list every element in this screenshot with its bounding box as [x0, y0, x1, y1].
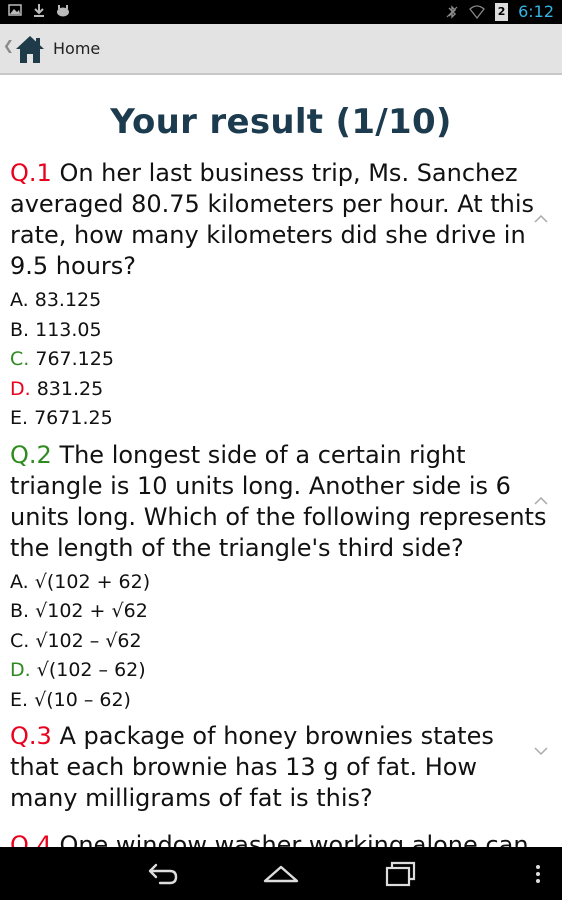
answer-option: B. √102 + √62	[10, 600, 148, 622]
answer-option: E. 7671.25	[10, 407, 113, 429]
menu-overflow-icon[interactable]	[518, 859, 558, 889]
page-title: Your result (1/10)	[110, 102, 452, 142]
action-bar: ❮ Home	[0, 24, 562, 75]
result-content[interactable]: Your result (1/10) Q.1 On her last busin…	[0, 77, 562, 847]
question-number: Q.3	[10, 722, 52, 750]
action-bar-title[interactable]: Home	[53, 39, 100, 58]
answer-option: A. 83.125	[10, 289, 102, 311]
system-icons: 2 6:12	[445, 2, 554, 21]
questions-list: Q.1 On her last business trip, Ms. Sanch…	[0, 158, 562, 847]
notification-icons	[8, 3, 70, 17]
status-bar: 2 6:12	[0, 0, 562, 24]
question-text: Q.1 On her last business trip, Ms. Sanch…	[10, 159, 535, 280]
question-item: Q.3 A package of honey brownies states t…	[0, 721, 562, 814]
answer-option: C. 767.125	[10, 348, 114, 370]
navigation-bar	[0, 847, 562, 900]
answer-option: B. 113.05	[10, 318, 102, 341]
answer-option: D. √(102 – 62)	[10, 659, 146, 681]
question-item: Q.4 One window washer working alone can	[0, 830, 562, 847]
question-number: Q.1	[10, 159, 52, 187]
back-icon[interactable]	[142, 859, 182, 889]
question-number: Q.2	[10, 440, 52, 469]
question-text: Q.2 The longest side of a certain right …	[10, 440, 547, 562]
question-text: Q.4 One window washer working alone can	[10, 830, 552, 847]
answer-option: D. 831.25	[10, 377, 104, 400]
battery-icon: 2	[495, 2, 509, 21]
download-icon	[34, 4, 44, 17]
clock: 6:12	[518, 2, 554, 21]
expand-down-icon[interactable]	[534, 746, 548, 756]
android-debug-icon	[57, 5, 69, 17]
wifi-icon	[469, 4, 485, 19]
image-notification-icon	[8, 4, 22, 16]
answer-options: A. 83.125 B. 113.05 C. 767.125 D. 831.25…	[10, 286, 552, 434]
question-text: Q.3 A package of honey brownies states t…	[10, 722, 494, 812]
bluetooth-off-icon	[446, 4, 458, 19]
home-icon[interactable]	[13, 32, 47, 66]
answer-option: A. √(102 + 62)	[10, 570, 151, 593]
question-item: Q.2 The longest side of a certain right …	[0, 440, 562, 716]
collapse-up-icon[interactable]	[534, 214, 548, 224]
collapse-up-icon[interactable]	[534, 496, 548, 506]
answer-option: E. √(10 – 62)	[10, 688, 131, 711]
home-nav-icon[interactable]	[261, 859, 301, 889]
question-number: Q.4	[10, 831, 52, 847]
answer-option: C. √102 – √62	[10, 629, 142, 652]
recent-apps-icon[interactable]	[381, 859, 421, 889]
answer-options: A. √(102 + 62) B. √102 + √62 C. √102 – √…	[10, 568, 552, 716]
question-item: Q.1 On her last business trip, Ms. Sanch…	[0, 158, 562, 434]
